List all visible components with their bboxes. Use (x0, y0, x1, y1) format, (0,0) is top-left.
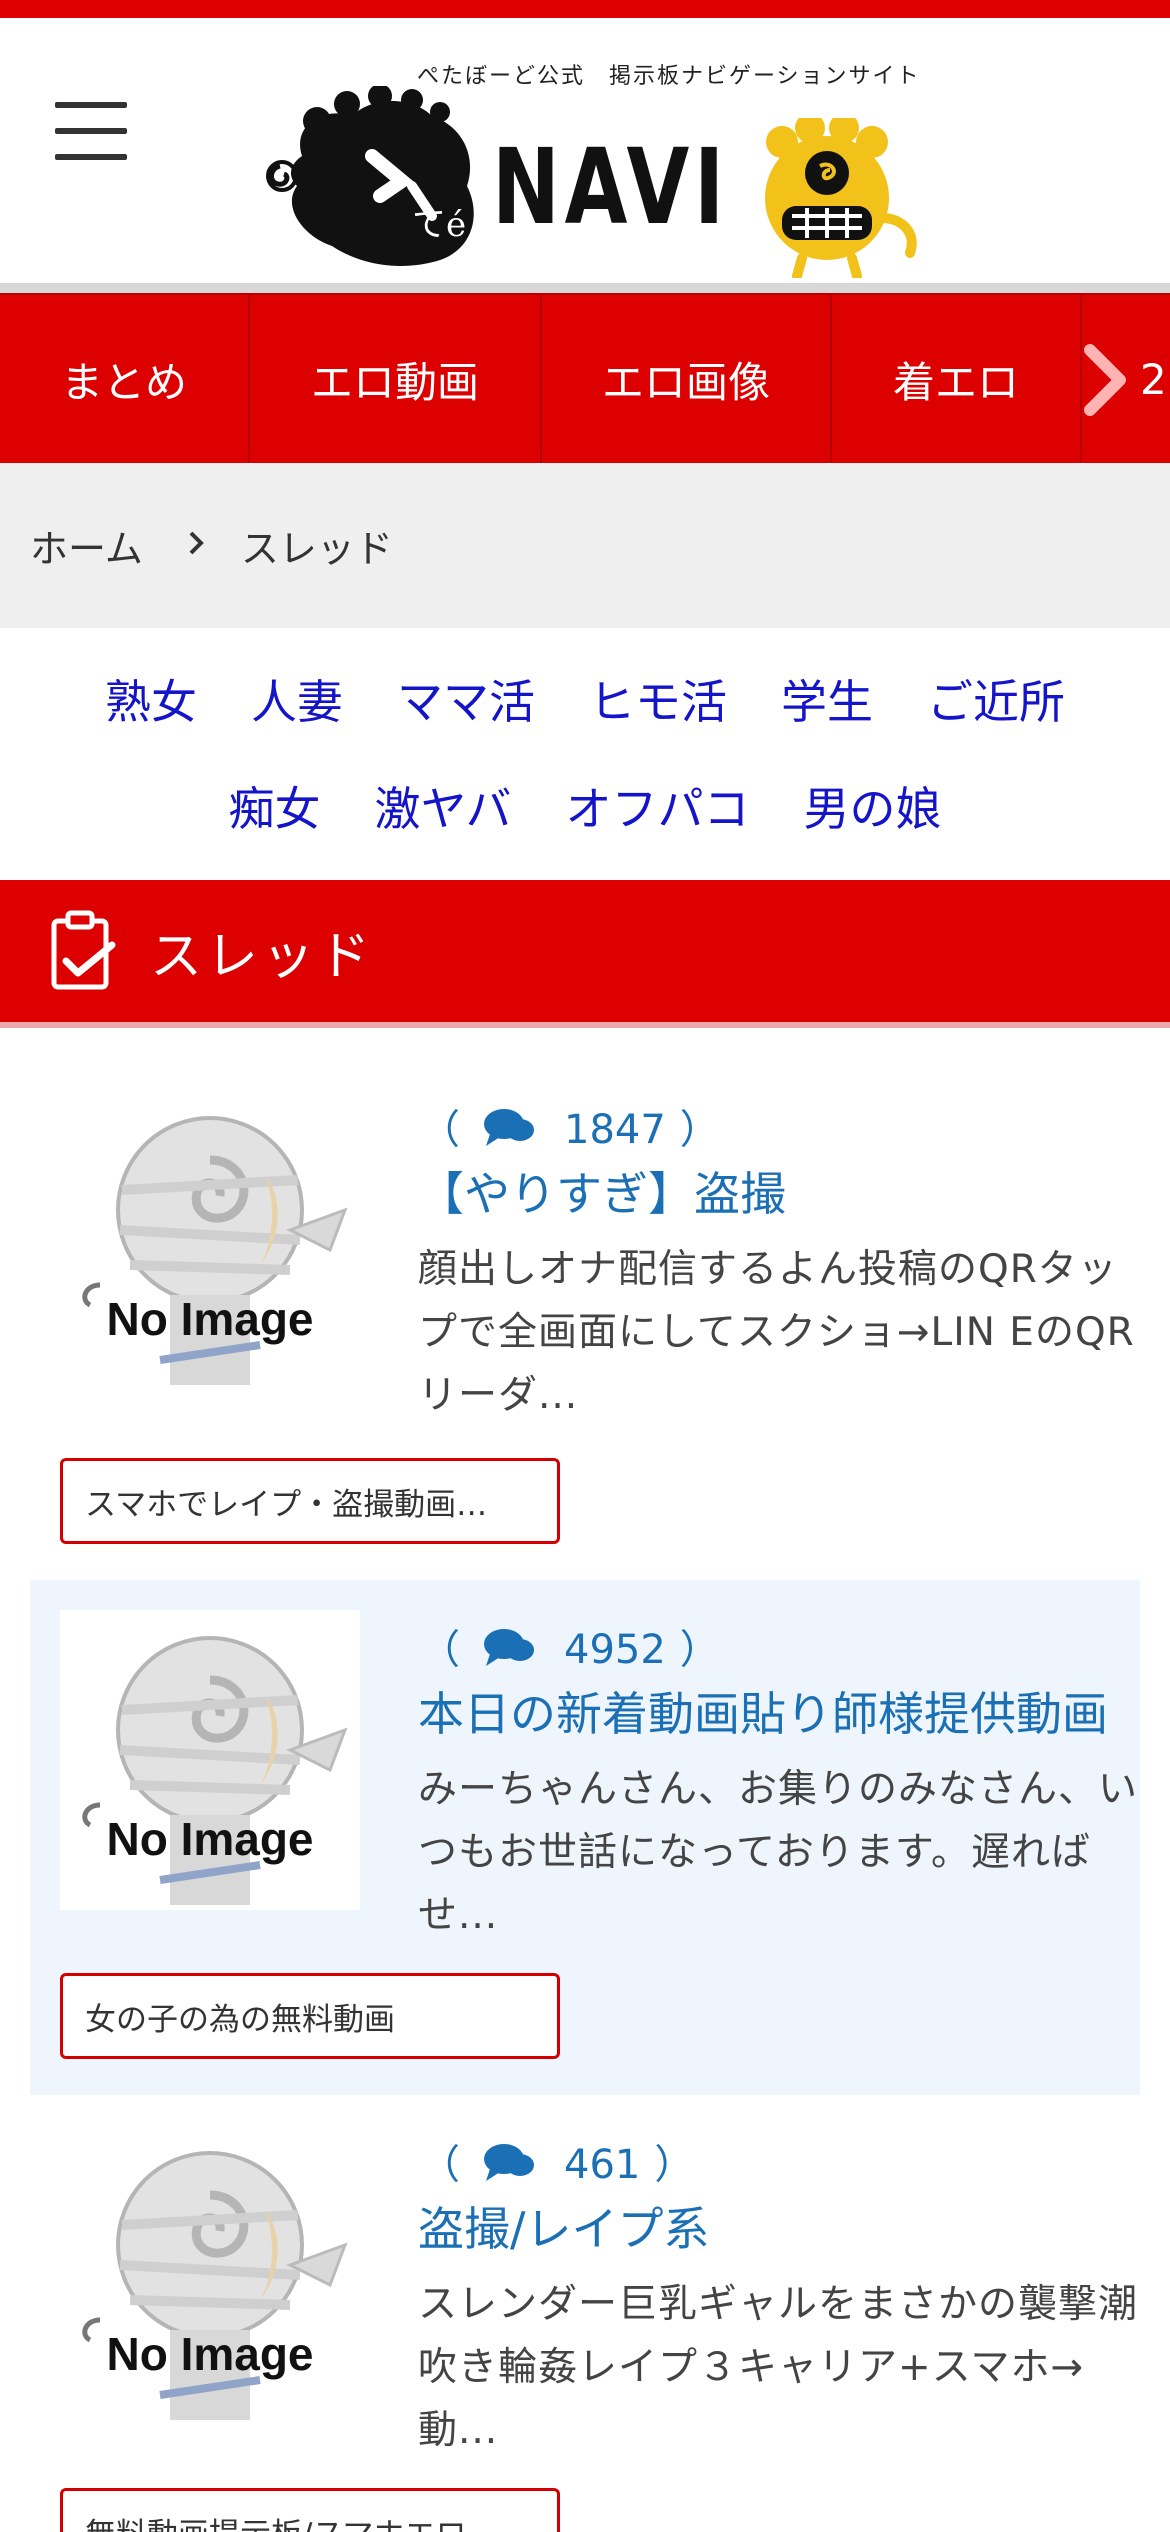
thread-item[interactable]: No Image （ 461 ） 盗撮/レイプ系 スレンダー巨乳ギャルをまさかの襲撃… (30, 2095, 1140, 2532)
count-value: 1847 (564, 1107, 666, 1153)
yellow-mascot-icon (765, 118, 917, 278)
comments-icon (482, 1626, 536, 1678)
breadcrumb-home[interactable]: ホーム (30, 518, 143, 573)
svg-text:てé: てé (412, 205, 466, 245)
tag-link[interactable]: 痴女 (228, 773, 320, 839)
breadcrumb: ホーム スレッド (0, 463, 1170, 628)
board-badge[interactable]: スマホでレイプ・盗撮動画… (60, 1458, 560, 1544)
count-value: 461 (564, 2142, 641, 2188)
nav-item-partial[interactable]: 2 (1140, 295, 1167, 463)
site-logo[interactable]: ぺたぼーど公式 掲示板ナビゲーションサイト てé NAVI (262, 58, 932, 278)
thread-thumbnail[interactable]: No Image (60, 2125, 360, 2425)
tag-link[interactable]: 熟女 (105, 666, 197, 732)
no-image-label: No Image (106, 2328, 314, 2380)
thread-thumbnail[interactable]: No Image (60, 1610, 360, 1910)
comments-icon (482, 2141, 536, 2193)
section-title: スレッド (150, 926, 375, 987)
tag-link[interactable]: ご近所 (927, 666, 1065, 732)
nav-item-ero-douga[interactable]: エロ動画 (250, 295, 542, 463)
thread-excerpt: みーちゃんさん、お集りのみなさん、いつもお世話になっております。遅ればせ... (418, 1767, 1139, 1938)
thread-title[interactable]: 本日の新着動画貼り師様提供動画 (418, 1678, 1108, 1744)
tag-link[interactable]: オフパコ (566, 773, 750, 839)
tag-cloud: 熟女 人妻 ママ活 ヒモ活 学生 ご近所 痴女 激ヤバ オフパコ 男の娘 (0, 628, 1170, 880)
reply-count: （ 4952 ） (420, 1617, 720, 1678)
reply-count: （ 461 ） (420, 2132, 694, 2193)
logo-tagline: ぺたぼーど公式 掲示板ナビゲーションサイト (417, 64, 921, 89)
tag-link[interactable]: ヒモ活 (589, 666, 727, 732)
board-badge[interactable]: 無料動画提示板/スマホエロ… (60, 2488, 560, 2532)
clipboard-check-icon (51, 910, 116, 990)
hamburger-menu-icon[interactable] (55, 102, 131, 162)
count-value: 4952 (564, 1627, 666, 1673)
tag-link[interactable]: 人妻 (251, 666, 343, 732)
no-image-label: No Image (106, 1813, 314, 1865)
tag-link[interactable]: ママ活 (397, 666, 535, 732)
tag-link[interactable]: 激ヤバ (374, 773, 511, 839)
header-divider (0, 283, 1170, 293)
thread-item[interactable]: No Image （ 1847 ） 【やりすぎ】盗撮 顔出しオナ配信するよん投稿のQ… (30, 1060, 1140, 1560)
site-header: ぺたぼーど公式 掲示板ナビゲーションサイト てé NAVI (0, 18, 1170, 283)
thread-excerpt: 顔出しオナ配信するよん投稿のQRタップで全画面にしてスクショ→LIN EのQRリ… (418, 1247, 1135, 1418)
tag-row-1: 熟女 人妻 ママ活 ヒモ活 学生 ご近所 (0, 666, 1170, 732)
reply-count: （ 1847 ） (420, 1097, 720, 1158)
chevron-right-icon (187, 526, 207, 566)
nav-item-matome[interactable]: まとめ (0, 295, 250, 463)
thread-thumbnail[interactable]: No Image (60, 1090, 360, 1390)
tag-link[interactable]: 男の娘 (804, 773, 942, 839)
count-close-paren: ） (654, 2142, 695, 2188)
tag-link[interactable]: 学生 (781, 666, 873, 732)
category-nav: まとめ エロ動画 エロ画像 着エロ 2 (0, 293, 1170, 463)
top-accent-strip (0, 0, 1170, 18)
thread-item[interactable]: No Image （ 4952 ） 本日の新着動画貼り師様提供動画 みーちゃんさん、… (30, 1580, 1140, 2095)
count-open-paren: （ (420, 1627, 460, 1673)
breadcrumb-current: スレッド (240, 527, 393, 571)
count-open-paren: （ (420, 2142, 460, 2188)
chevron-right-icon[interactable] (1075, 340, 1135, 420)
nav-item-chakuero[interactable]: 着エロ (832, 295, 1082, 463)
comments-icon (482, 1106, 536, 1158)
count-close-paren: ） (679, 1627, 720, 1673)
no-image-label: No Image (106, 1293, 314, 1345)
logo-navi-text: NAVI (492, 126, 729, 248)
board-badge[interactable]: 女の子の為の無料動画 (60, 1973, 560, 2059)
tag-row-2: 痴女 激ヤバ オフパコ 男の娘 (0, 773, 1170, 839)
thread-title[interactable]: 盗撮/レイプ系 (418, 2193, 710, 2259)
thread-excerpt: スレンダー巨乳ギャルをまさかの襲撃潮吹き輪姦レイプ３キャリア+スマホ→動... (418, 2282, 1139, 2453)
count-open-paren: （ (420, 1107, 460, 1153)
section-header: スレッド (0, 880, 1170, 1028)
count-close-paren: ） (679, 1107, 720, 1153)
thread-title[interactable]: 【やりすぎ】盗撮 (418, 1158, 786, 1224)
foot-mascot-icon: てé (266, 86, 474, 266)
nav-item-ero-gazou[interactable]: エロ画像 (542, 295, 832, 463)
